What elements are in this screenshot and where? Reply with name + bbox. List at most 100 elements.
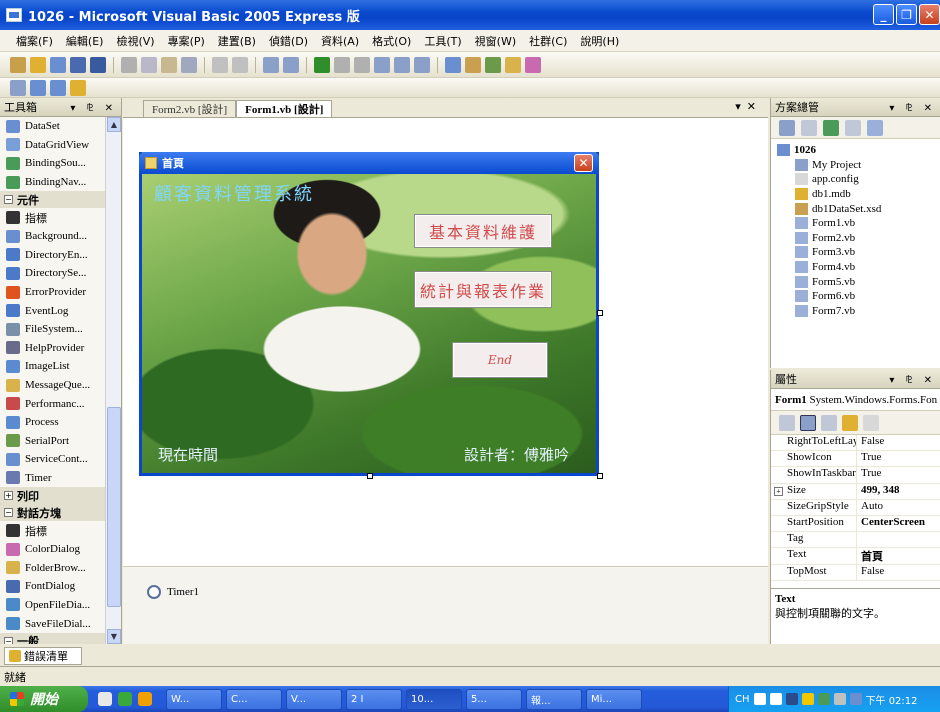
tab-form2-design[interactable]: Form2.vb [設計]	[143, 100, 237, 117]
copy-icon[interactable]	[141, 56, 157, 73]
property-row[interactable]: RightToLeftLay False	[771, 435, 940, 452]
toolbox-item[interactable]: MessageQue...	[0, 376, 106, 395]
properties-tab-icon[interactable]	[821, 414, 837, 431]
end-button[interactable]: End	[452, 342, 548, 378]
property-value[interactable]: True	[857, 467, 881, 482]
open-icon[interactable]	[30, 56, 46, 73]
solution-item[interactable]: Form3.vb	[777, 245, 940, 260]
solution-item[interactable]: Form1.vb	[777, 216, 940, 231]
menu-item[interactable]: 說明(H)	[580, 33, 619, 49]
paste-icon[interactable]	[161, 56, 177, 73]
solution-item[interactable]: Form2.vb	[777, 231, 940, 246]
stop-icon[interactable]	[354, 56, 370, 73]
view-code-icon[interactable]	[845, 119, 861, 136]
toolbox-item[interactable]: Performanc...	[0, 394, 106, 413]
object-browser-icon[interactable]	[485, 56, 501, 73]
visual-studio-app-icon[interactable]	[6, 8, 22, 22]
toolbox-item[interactable]: ErrorProvider	[0, 283, 106, 302]
view-designer-icon[interactable]	[867, 119, 883, 136]
panel-pin-close-icons[interactable]: ▾ ⅊ ✕	[889, 372, 936, 386]
property-pages-icon[interactable]	[863, 414, 879, 431]
taskbar-button[interactable]: Mi...	[586, 688, 642, 710]
toolbox-item[interactable]: EventLog	[0, 301, 106, 320]
property-value[interactable]	[857, 532, 861, 547]
taskbar-button[interactable]: 5...	[466, 688, 522, 710]
property-row[interactable]: StartPosition CenterScreen	[771, 515, 940, 533]
solution-item[interactable]: db1DataSet.xsd	[777, 201, 940, 216]
tray-monitor-icon[interactable]	[849, 693, 862, 705]
collapse-icon[interactable]: −	[4, 636, 13, 644]
menu-item[interactable]: 資料(A)	[321, 33, 359, 49]
collapse-icon[interactable]: −	[4, 195, 13, 205]
document-window-controls[interactable]: ▾✕	[735, 100, 762, 113]
taskbar-button[interactable]: 2 I	[346, 688, 402, 710]
toolbox-group[interactable]: − 一般	[0, 632, 106, 644]
property-value[interactable]: 首頁	[857, 548, 883, 563]
save-all-icon[interactable]	[90, 56, 106, 73]
events-icon[interactable]	[842, 414, 858, 431]
find-icon[interactable]	[181, 56, 197, 73]
resize-handle-bottom[interactable]	[367, 473, 373, 479]
toolbox-item[interactable]: DataGridView	[0, 136, 106, 155]
timer1-component[interactable]: Timer1	[147, 585, 199, 599]
solution-item[interactable]: My Project	[777, 158, 940, 173]
close-button[interactable]: ✕	[919, 4, 940, 25]
toolbox-item[interactable]: DirectoryEn...	[0, 246, 106, 265]
toolbox-item[interactable]: ColorDialog	[0, 540, 106, 559]
comment-icon[interactable]	[212, 56, 228, 73]
toolbox-item[interactable]: DataSet	[0, 117, 106, 136]
uncomment-icon[interactable]	[232, 56, 248, 73]
taskbar-button[interactable]: W...	[166, 688, 222, 710]
menu-item[interactable]: 視窗(W)	[475, 33, 516, 49]
size-icon[interactable]	[50, 79, 66, 96]
toolbox-item[interactable]: BindingSou...	[0, 154, 106, 173]
resize-handle-corner[interactable]	[597, 473, 603, 479]
tray-network-icon[interactable]	[817, 693, 830, 705]
pause-icon[interactable]	[334, 56, 350, 73]
property-value[interactable]: CenterScreen	[857, 516, 925, 531]
expand-icon[interactable]: +	[774, 486, 783, 496]
menu-item[interactable]: 檔案(F)	[16, 33, 53, 49]
property-row[interactable]: ShowIcon True	[771, 451, 940, 468]
menu-item[interactable]: 編輯(E)	[66, 33, 104, 49]
menu-item[interactable]: 檢視(V)	[116, 33, 154, 49]
tray-app-icon[interactable]	[785, 693, 798, 705]
form-close-icon[interactable]: ✕	[574, 154, 593, 172]
solution-item[interactable]: db1.mdb	[777, 187, 940, 202]
toolbox-group[interactable]: − 對話方塊	[0, 504, 106, 522]
solution-item[interactable]: Form5.vb	[777, 274, 940, 289]
form1-preview[interactable]: 首頁 ✕ 顧客資料管理系統 基本資料維護 統計與報表作業 End 現在時間 設計…	[139, 152, 599, 476]
menu-item[interactable]: 工具(T)	[424, 33, 461, 49]
restore-button[interactable]: ❐	[896, 4, 917, 25]
scroll-down-icon[interactable]: ▼	[107, 629, 121, 644]
basic-data-button[interactable]: 基本資料維護	[414, 214, 552, 248]
toolbox-item[interactable]: DirectorySe...	[0, 264, 106, 283]
step-out-icon[interactable]	[414, 56, 430, 73]
expand-icon[interactable]: +	[4, 491, 13, 501]
redo-icon[interactable]	[283, 56, 299, 73]
start-page-icon[interactable]	[525, 56, 541, 73]
start-debugging-icon[interactable]	[314, 56, 330, 73]
toolbox-item[interactable]: Background...	[0, 227, 106, 246]
taskbar-button[interactable]: 報...	[526, 688, 582, 710]
property-row[interactable]: SizeGripStyle Auto	[771, 499, 940, 516]
toolbox-item[interactable]: ImageList	[0, 357, 106, 376]
ime-mode-icon[interactable]	[769, 693, 782, 705]
scroll-up-icon[interactable]: ▲	[107, 117, 121, 132]
tray-shield-icon[interactable]	[801, 693, 814, 705]
solution-item[interactable]: Form7.vb	[777, 304, 940, 319]
properties-view-icon[interactable]	[779, 119, 795, 136]
panel-pin-close-icons[interactable]: ▾ ⅊ ✕	[889, 100, 936, 114]
browser-icon[interactable]	[118, 692, 132, 706]
categorized-icon[interactable]	[779, 414, 795, 431]
property-row[interactable]: Text 首頁	[771, 548, 940, 565]
toolbox-item[interactable]: SaveFileDial...	[0, 614, 106, 633]
toolbox-item[interactable]: HelpProvider	[0, 339, 106, 358]
toolbox-item[interactable]: BindingNav...	[0, 173, 106, 192]
property-value[interactable]: True	[857, 451, 881, 466]
properties-icon[interactable]	[465, 56, 481, 73]
panel-pin-close-icons[interactable]: ▾ ⅊ ✕	[70, 100, 117, 114]
input-language[interactable]: CH	[735, 694, 750, 705]
refresh-icon[interactable]	[823, 119, 839, 136]
tab-form1-design[interactable]: Form1.vb [設計]	[236, 100, 333, 117]
